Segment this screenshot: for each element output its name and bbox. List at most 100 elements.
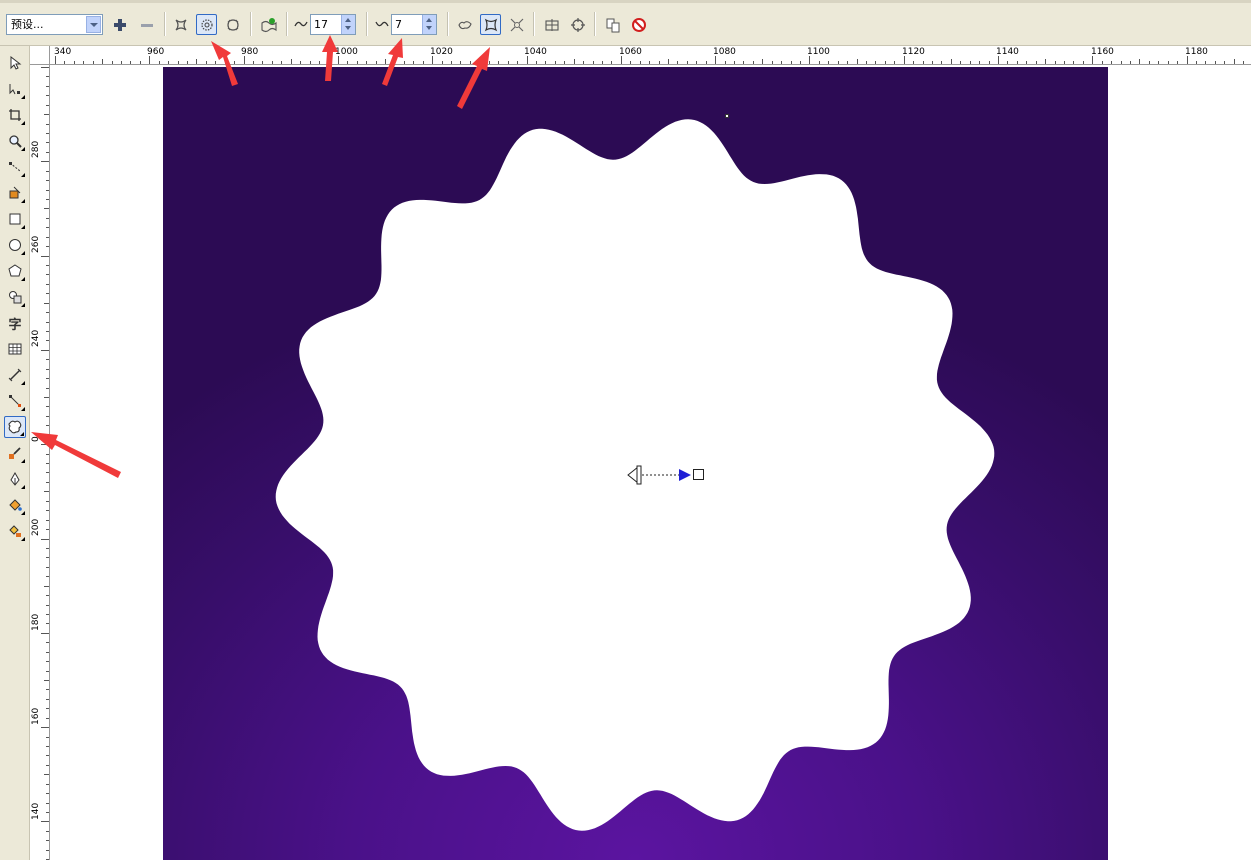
clear-distortion-button[interactable] <box>628 14 649 35</box>
h-ruler-tick <box>1026 61 1027 64</box>
h-ruler-tick <box>649 61 650 64</box>
smart-fill-tool[interactable] <box>4 182 26 204</box>
freehand-tool[interactable] <box>4 156 26 178</box>
h-ruler-tick <box>338 56 339 64</box>
drawing-canvas[interactable] <box>50 65 1251 860</box>
text-tool[interactable]: 字 <box>4 312 26 334</box>
h-ruler-tick <box>574 59 575 64</box>
v-ruler-tick <box>46 642 49 643</box>
center-distortion-button[interactable] <box>541 14 562 35</box>
h-ruler-tick <box>1149 61 1150 64</box>
h-ruler-tick <box>857 59 858 64</box>
v-ruler-tick <box>46 406 49 407</box>
convert-to-curves-button[interactable] <box>567 14 588 35</box>
h-ruler-tick <box>847 61 848 64</box>
v-ruler-tick <box>46 124 49 125</box>
h-ruler-tick <box>432 56 433 64</box>
h-ruler-tick <box>668 59 669 64</box>
h-ruler-tick <box>1215 61 1216 64</box>
v-ruler-tick <box>46 425 49 426</box>
copy-distortion-properties-button[interactable] <box>602 14 623 35</box>
remove-preset-button[interactable] <box>136 14 157 35</box>
connector-tool[interactable] <box>4 390 26 412</box>
h-ruler-tick <box>517 61 518 64</box>
crop-tool[interactable] <box>4 104 26 126</box>
spin-arrows-icon[interactable] <box>422 15 436 34</box>
h-ruler-tick <box>442 61 443 64</box>
h-ruler-tick <box>357 61 358 64</box>
h-ruler-tick <box>470 61 471 64</box>
spin-arrows-icon[interactable] <box>341 15 355 34</box>
vertical-ruler[interactable]: 280 260 240 0 200 180 160 140 <box>30 65 50 860</box>
h-ruler-tick <box>149 56 150 64</box>
dimension-icon <box>8 368 22 382</box>
push-pull-distortion-button[interactable] <box>170 14 191 35</box>
v-ruler-tick <box>46 265 49 266</box>
eyedropper-tool[interactable] <box>4 442 26 464</box>
v-ruler-tick <box>44 491 49 492</box>
shape-tool[interactable] <box>4 78 26 100</box>
clear-distortion-icon <box>631 17 646 32</box>
zipper-distortion-button[interactable] <box>196 14 217 35</box>
h-ruler-tick <box>772 61 773 64</box>
h-ruler-tick <box>479 59 480 64</box>
v-ruler-tick <box>46 227 49 228</box>
local-distortion-button[interactable] <box>506 14 527 35</box>
random-distortion-button[interactable] <box>454 14 475 35</box>
h-ruler-tick <box>791 61 792 64</box>
outline-pen-tool[interactable] <box>4 468 26 490</box>
basic-shapes-tool[interactable] <box>4 286 26 308</box>
amplitude-spinbox[interactable]: 17 <box>310 14 356 35</box>
zipper-distortion-icon <box>200 18 213 31</box>
v-ruler-tick <box>44 680 49 681</box>
freehand-icon <box>9 162 21 172</box>
add-new-distortion-button[interactable] <box>258 14 279 35</box>
h-ruler-tick <box>394 61 395 64</box>
connector-icon <box>9 395 21 407</box>
dimension-tool[interactable] <box>4 364 26 386</box>
magnifier-icon <box>9 135 22 148</box>
h-ruler-tick <box>328 61 329 64</box>
text-tool-glyph: 字 <box>8 317 22 333</box>
h-ruler-tick <box>998 56 999 64</box>
h-ruler-tick <box>1168 61 1169 64</box>
ruler-corner[interactable] <box>30 46 50 65</box>
rectangle-tool[interactable] <box>4 208 26 230</box>
distortion-node-handle[interactable] <box>725 114 729 118</box>
v-ruler-tick <box>46 737 49 738</box>
v-ruler-tick <box>46 803 49 804</box>
frequency-spinbox[interactable]: 7 <box>391 14 437 35</box>
v-ruler-tick <box>46 708 49 709</box>
h-ruler-tick <box>196 59 197 64</box>
add-preset-button[interactable] <box>109 14 130 35</box>
v-ruler-tick <box>41 67 49 68</box>
crop-icon <box>9 109 21 121</box>
zoom-tool[interactable] <box>4 130 26 152</box>
chevron-down-icon[interactable] <box>86 16 101 33</box>
interactive-distortion-tool[interactable] <box>4 416 26 438</box>
fill-tool[interactable] <box>4 494 26 516</box>
smooth-distortion-button[interactable] <box>480 14 501 35</box>
h-ruler-tick <box>979 61 980 64</box>
preset-dropdown[interactable]: 预设... <box>6 14 103 35</box>
h-ruler-tick <box>1045 59 1046 64</box>
polygon-tool[interactable] <box>4 260 26 282</box>
h-ruler-tick <box>932 61 933 64</box>
preset-label: 预设... <box>11 18 44 31</box>
v-ruler-tick <box>46 605 49 606</box>
v-ruler-tick <box>46 501 49 502</box>
menu-bar-edge <box>0 0 1251 3</box>
twister-distortion-button[interactable] <box>222 14 243 35</box>
pick-tool[interactable] <box>4 52 26 74</box>
h-ruler-tick <box>225 61 226 64</box>
interactive-fill-tool[interactable] <box>4 520 26 542</box>
h-ruler-tick <box>630 61 631 64</box>
h-ruler-tick <box>1073 61 1074 64</box>
v-ruler-tick <box>41 727 49 728</box>
table-tool[interactable] <box>4 338 26 360</box>
minus-icon <box>140 23 153 27</box>
v-ruler-tick <box>46 595 49 596</box>
ellipse-tool[interactable] <box>4 234 26 256</box>
horizontal-ruler[interactable]: 340 960 980 1000 1020 1040 1060 1080 1100 1120 114… <box>50 46 1251 65</box>
h-ruler-tick <box>602 61 603 64</box>
